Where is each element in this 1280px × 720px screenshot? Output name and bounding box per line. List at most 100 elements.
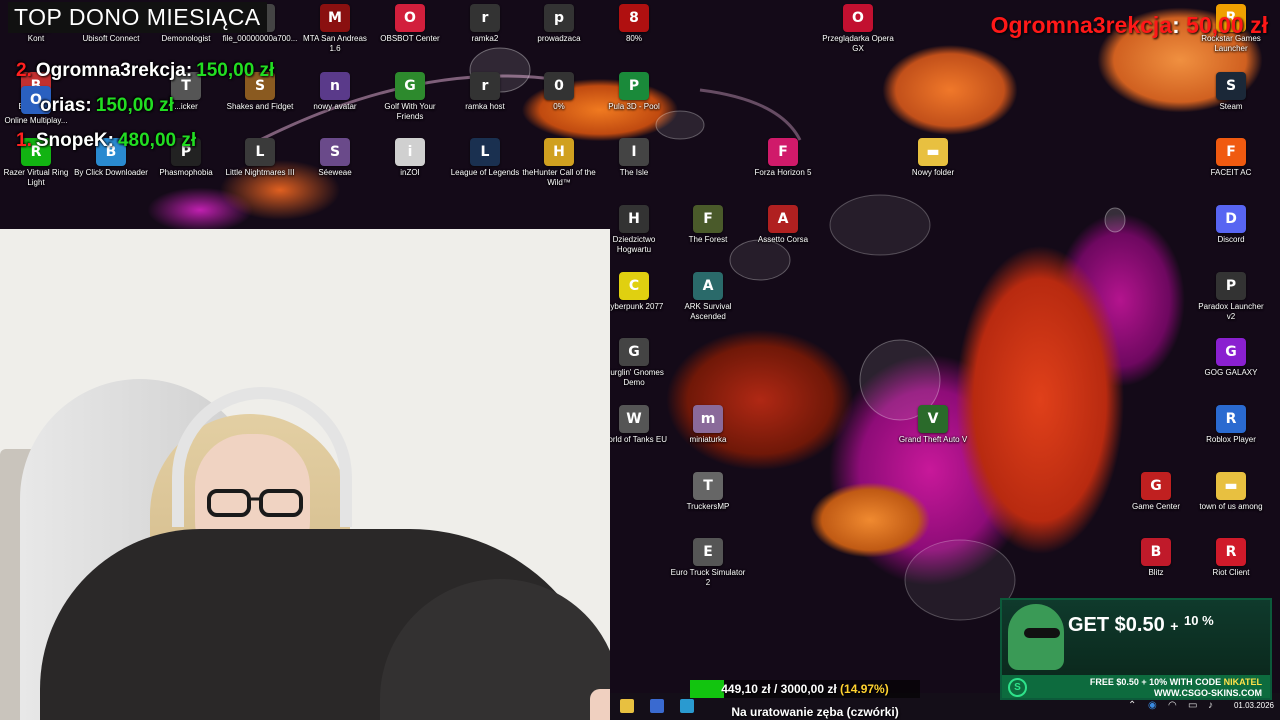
desktop-icon[interactable]: r ramka host [447, 72, 523, 112]
desktop-icon[interactable]: G Golf With Your Friends [372, 72, 448, 122]
desktop-icon[interactable]: p prowadzaca [521, 4, 597, 44]
desktop-icon[interactable]: F The Forest [670, 205, 746, 245]
desktop-icon[interactable]: E Euro Truck Simulator 2 [670, 538, 746, 588]
app-icon: 0 [544, 72, 574, 100]
desktop-icon[interactable]: S Steam [1193, 72, 1269, 112]
desktop-icon-label: Game Center [1131, 502, 1181, 511]
network-icon[interactable]: ◉ [1148, 700, 1157, 711]
donor-name: orias: [40, 95, 92, 116]
donation-goal-bar: 449,10 zł / 3000,00 zł (14.97%) [690, 680, 920, 698]
donor-row: 1. SnopeK: 480,00 zł [16, 130, 196, 152]
desktop-icon[interactable]: R Riot Client [1193, 538, 1269, 578]
app-icon: ▬ [918, 138, 948, 166]
donation-goal-text: 449,10 zł / 3000,00 zł (14.97%) [690, 680, 920, 698]
desktop-icon[interactable]: P Pula 3D - Pool [596, 72, 672, 112]
desktop-icon-label: Razer Virtual Ring Light [3, 168, 69, 187]
chevron-up-icon[interactable]: ⌃ [1128, 700, 1136, 711]
desktop-icon-label: The Forest [688, 235, 728, 244]
app-icon: L [470, 138, 500, 166]
desktop-icon-label: theHunter Call of the Wild™ [522, 168, 596, 187]
desktop-icon-label: Grand Theft Auto V [898, 435, 968, 444]
desktop-icon-label: miniaturka [689, 435, 727, 444]
app-icon: F [1216, 138, 1246, 166]
desktop-icon[interactable]: ▬ Nowy folder [895, 138, 971, 178]
goal-percent: (14.97%) [840, 682, 889, 696]
app-icon: m [693, 405, 723, 433]
desktop-icon-label: Przeglądarka Opera GX [822, 34, 894, 53]
file-explorer-icon[interactable] [620, 699, 634, 713]
wifi-icon[interactable]: ◠ [1168, 700, 1177, 711]
app-icon: P [619, 72, 649, 100]
desktop-icon-label: Pula 3D - Pool [608, 102, 660, 111]
desktop-icon[interactable]: n nowy avatar [297, 72, 373, 112]
desktop-icon-label: Shakes and Fidget [226, 102, 294, 111]
desktop-icon-label: Little Nightmares III [225, 168, 295, 177]
desktop-icon[interactable]: ▬ town of us among [1193, 472, 1269, 512]
app-icon: D [1216, 205, 1246, 233]
desktop-icon-label: nowy avatar [313, 102, 357, 111]
desktop-icon-label: Kont [27, 34, 45, 43]
store-icon[interactable] [650, 699, 664, 713]
desktop-icon[interactable]: S Séeweae [297, 138, 373, 178]
desktop-icon[interactable]: P Paradox Launcher v2 [1193, 272, 1269, 322]
ad-promo-text: FREE $0.50 + 10% WITH CODE NIKATEL WWW.C… [1090, 677, 1262, 698]
app-icon: F [693, 205, 723, 233]
app-icon: L [245, 138, 275, 166]
app-icon: G [1216, 338, 1246, 366]
desktop-icon[interactable]: O Przeglądarka Opera GX [820, 4, 896, 54]
app-icon: B [1141, 538, 1171, 566]
app-icon: I [619, 138, 649, 166]
donor-name: SnopeK: [35, 130, 114, 151]
volume-icon[interactable]: ♪ [1208, 700, 1213, 711]
webcam-streamer-hand [590, 689, 610, 720]
desktop-icon[interactable]: 0 0% [521, 72, 597, 112]
donor-row: orias: 150,00 zł [36, 95, 174, 117]
desktop-icon[interactable]: G Game Center [1118, 472, 1194, 512]
donor-amount: 480,00 zł [117, 130, 197, 151]
desktop-icon[interactable]: L League of Legends [447, 138, 523, 178]
desktop-icon[interactable]: F FACEIT AC [1193, 138, 1269, 178]
desktop-icon-label: MTA San Andreas 1.6 [303, 34, 367, 53]
desktop-icon[interactable]: B Blitz [1118, 538, 1194, 578]
desktop-icon-label: Steam [1219, 102, 1243, 111]
donor-amount: 150,00 zł [196, 60, 275, 81]
desktop-icon-label: ramka host [465, 102, 505, 111]
desktop-icon[interactable]: 8 80% [596, 4, 672, 44]
sponsor-ad-banner[interactable]: GET $0.50 + 10 % S FREE $0.50 + 10% WITH… [1000, 598, 1272, 700]
desktop-icon[interactable]: A Assetto Corsa [745, 205, 821, 245]
desktop-icon-label: Euro Truck Simulator 2 [670, 568, 746, 587]
app-icon: F [768, 138, 798, 166]
taskbar-clock[interactable]: 01.03.2026 [1234, 701, 1274, 710]
desktop-icon[interactable]: HtheHunter Call of the Wild™ [521, 138, 597, 188]
desktop-icon[interactable]: M MTA San Andreas 1.6 [297, 4, 373, 54]
desktop-icon[interactable]: I The Isle [596, 138, 672, 178]
app-icon: P [1216, 272, 1246, 300]
monitor-icon[interactable]: ▭ [1188, 700, 1197, 711]
ad-mascot-glasses [1024, 628, 1060, 638]
desktop-icon[interactable]: L Little Nightmares III [222, 138, 298, 178]
desktop-icon-label: Demonologist [161, 34, 211, 43]
desktop-icon[interactable]: i inZOI [372, 138, 448, 178]
app-icon: p [544, 4, 574, 32]
desktop-icon[interactable]: A ARK Survival Ascended [670, 272, 746, 322]
desktop-icon[interactable]: F Forza Horizon 5 [745, 138, 821, 178]
desktop-icon[interactable]: O OBSBOT Center [372, 4, 448, 44]
app-icon: M [320, 4, 350, 32]
desktop-icon-label: Riot Client [1212, 568, 1250, 577]
desktop-icon[interactable]: r ramka2 [447, 4, 523, 44]
app-icon: O [843, 4, 873, 32]
desktop-icon[interactable]: T TruckersMP [670, 472, 746, 512]
desktop-icon-label: Paradox Launcher v2 [1198, 302, 1264, 321]
desktop-icon-label: Roblox Player [1206, 435, 1256, 444]
latest-donation-separator: : [1172, 12, 1187, 38]
app-icon: T [693, 472, 723, 500]
desktop-icon-label: 0% [553, 102, 565, 111]
desktop-icon[interactable]: R Roblox Player [1193, 405, 1269, 445]
desktop-icon-label: Ubisoft Connect [82, 34, 140, 43]
desktop-icon[interactable]: D Discord [1193, 205, 1269, 245]
desktop-icon-label: ARK Survival Ascended [684, 302, 732, 321]
desktop-icon[interactable]: V Grand Theft Auto V [895, 405, 971, 445]
desktop-icon[interactable]: m miniaturka [670, 405, 746, 445]
desktop-icon[interactable]: G GOG GALAXY [1193, 338, 1269, 378]
desktop-icon-label: GOG GALAXY [1204, 368, 1258, 377]
